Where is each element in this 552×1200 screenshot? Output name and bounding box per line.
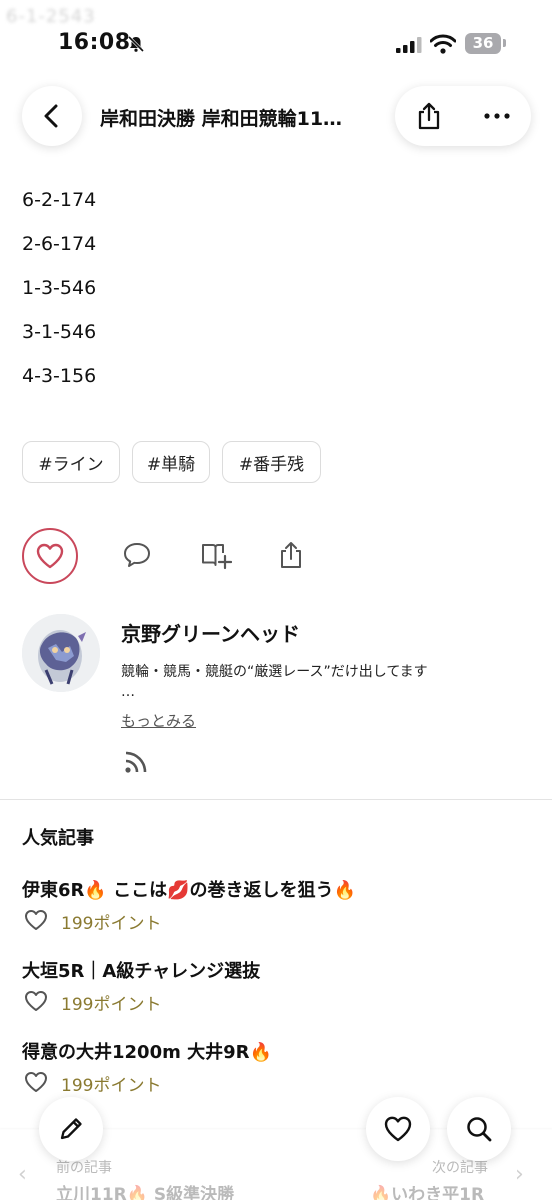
author-more-link[interactable]: もっとみる xyxy=(121,710,196,731)
popular-article-title[interactable]: 得意の大井1200m 大井9R🔥 xyxy=(22,1038,272,1064)
battery-tip xyxy=(503,39,506,47)
back-button[interactable] xyxy=(22,86,82,146)
popular-article-points: 199ポイント xyxy=(61,1076,162,1096)
more-button[interactable] xyxy=(463,86,531,146)
heart-icon xyxy=(36,543,64,569)
page-title: 岸和田決勝 岸和田競輪11… xyxy=(100,108,343,130)
author-bio-ellipsis: … xyxy=(121,684,135,700)
pencil-icon xyxy=(60,1118,82,1140)
search-icon xyxy=(467,1117,492,1142)
author-name[interactable]: 京野グリーンヘッド xyxy=(121,618,300,647)
share-icon xyxy=(281,542,301,568)
popular-article-points: 199ポイント xyxy=(61,995,162,1015)
signal-icon xyxy=(396,37,422,53)
hashtag-tanki[interactable]: #単騎 xyxy=(132,441,210,483)
author-avatar[interactable] xyxy=(22,614,100,692)
chevron-right-icon[interactable]: › xyxy=(515,1162,524,1187)
battery-indicator: 36 xyxy=(465,33,501,54)
rss-icon[interactable] xyxy=(124,750,148,774)
content-line: 1-3-546 xyxy=(22,277,97,299)
status-time: 16:08 xyxy=(58,30,131,55)
book-add-icon xyxy=(202,544,232,570)
content-line: 2-6-174 xyxy=(22,233,97,255)
chevron-left-icon[interactable]: ‹ xyxy=(18,1162,27,1187)
header-actions xyxy=(395,86,531,146)
popular-article-title[interactable]: 伊東6R🔥 ここは💋の巻き返しを狙う🔥 xyxy=(22,876,356,902)
floating-like-button[interactable] xyxy=(366,1097,430,1161)
chevron-left-icon xyxy=(44,104,58,128)
content-line: 4-3-156 xyxy=(22,365,97,387)
ghost-text: 6-1-2543 xyxy=(6,6,96,27)
comment-icon xyxy=(124,543,150,567)
next-article-title[interactable]: 🔥いわき平1R xyxy=(370,1180,484,1200)
hashtag-bante[interactable]: #番手残 xyxy=(222,441,321,483)
like-button[interactable] xyxy=(22,528,78,584)
share-post-button[interactable] xyxy=(275,539,307,571)
bell-off-icon xyxy=(127,35,145,53)
avatar-image xyxy=(22,614,100,692)
section-divider xyxy=(0,799,552,800)
edit-button[interactable] xyxy=(39,1097,103,1161)
popular-article-points: 199ポイント xyxy=(61,914,162,934)
search-button[interactable] xyxy=(447,1097,511,1161)
author-bio: 競輪・競馬・競艇の“厳選レース”だけ出してます xyxy=(121,664,428,680)
more-icon xyxy=(484,113,510,119)
add-to-magazine-button[interactable] xyxy=(200,539,232,571)
popular-article-title[interactable]: 大垣5R｜A級チャレンジ選抜 xyxy=(22,957,260,983)
wifi-icon xyxy=(430,34,456,54)
heart-icon[interactable] xyxy=(24,1071,48,1093)
comment-button[interactable] xyxy=(121,539,153,571)
content-line: 3-1-546 xyxy=(22,321,97,343)
heart-icon[interactable] xyxy=(24,909,48,931)
content-line: 6-2-174 xyxy=(22,189,97,211)
heart-icon xyxy=(384,1116,412,1142)
popular-heading: 人気記事 xyxy=(22,828,94,849)
share-button[interactable] xyxy=(395,86,463,146)
hashtag-line[interactable]: #ライン xyxy=(22,441,120,483)
prev-article-title[interactable]: 立川11R🔥 S級準決勝 xyxy=(56,1180,234,1200)
share-icon xyxy=(418,102,440,130)
heart-icon[interactable] xyxy=(24,990,48,1012)
